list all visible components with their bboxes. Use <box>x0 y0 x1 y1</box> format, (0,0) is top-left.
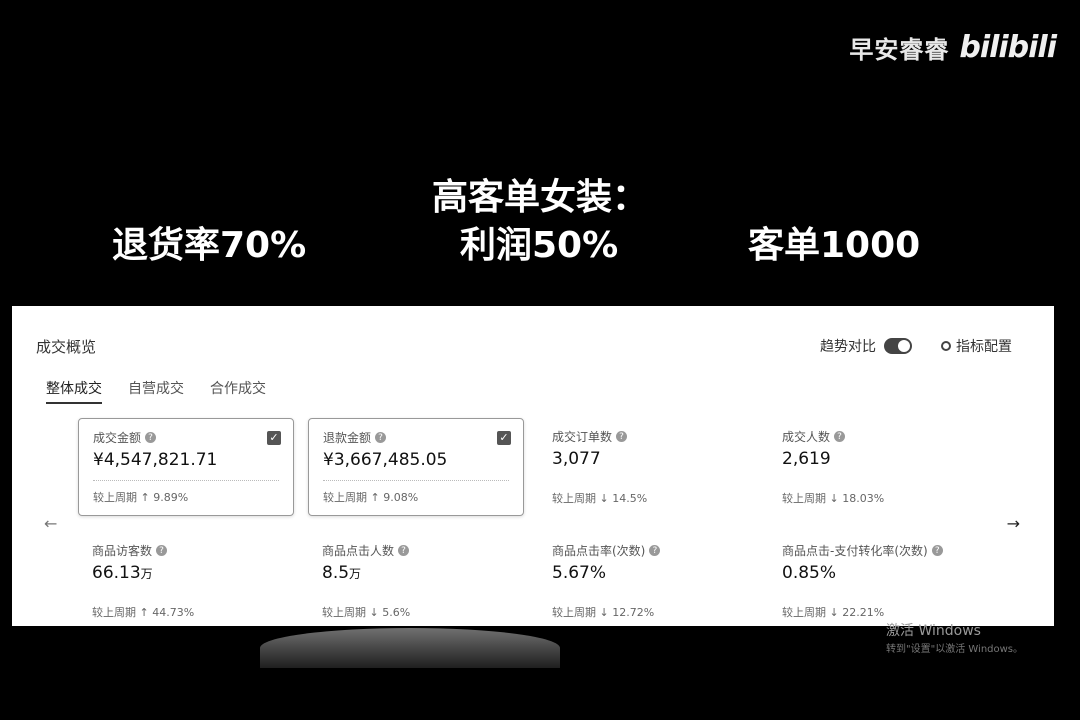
caption-profit: 利润50% <box>460 225 619 266</box>
help-icon[interactable]: ? <box>649 545 661 556</box>
arrow-right-icon[interactable]: → <box>1007 514 1020 533</box>
help-icon[interactable]: ? <box>398 545 410 556</box>
help-icon[interactable]: ? <box>156 545 168 556</box>
trend-compare[interactable]: 趋势对比 <box>820 336 912 356</box>
bilibili-logo: bilibili <box>959 30 1057 65</box>
metric-config-button[interactable]: 指标配置 <box>941 336 1012 356</box>
help-icon[interactable]: ? <box>145 432 157 443</box>
metric-compare: 较上周期 ↓ 18.03% <box>782 492 885 505</box>
metric-card-conversion[interactable]: 商品点击-支付转化率(次数)? 0.85% 较上周期 ↓ 22.21% <box>768 532 998 626</box>
metric-label-text: 成交金额 <box>93 431 142 445</box>
metric-card-refund[interactable]: 退款金额? ¥3,667,485.05 较上周期 ↑ 9.08% ✓ <box>308 418 524 516</box>
checkbox-checked-icon[interactable]: ✓ <box>267 431 281 445</box>
deal-tabs: 整体成交 自营成交 合作成交 <box>46 378 266 404</box>
watermark-line2: 转到"设置"以激活 Windows。 <box>886 644 1024 655</box>
metric-value: 0.85% <box>782 563 837 583</box>
metric-number: 8.5 <box>322 563 350 583</box>
metric-label-text: 退款金额 <box>323 431 372 445</box>
metric-compare: 较上周期 ↑ 9.89% <box>93 491 189 504</box>
metric-label-text: 成交人数 <box>782 430 831 444</box>
metric-value: 3,077 <box>552 449 601 469</box>
metric-value: 5.67% <box>552 563 607 583</box>
metric-label-text: 成交订单数 <box>552 430 613 444</box>
checkbox-checked-icon[interactable]: ✓ <box>497 431 511 445</box>
help-icon[interactable]: ? <box>834 431 846 442</box>
metric-compare: 较上周期 ↓ 14.5% <box>552 492 648 505</box>
trend-compare-toggle[interactable] <box>884 338 912 354</box>
metric-value: 2,619 <box>782 449 831 469</box>
help-icon[interactable]: ? <box>375 432 387 443</box>
windows-activation-watermark: 激活 Windows 转到"设置"以激活 Windows。 <box>886 620 1023 655</box>
metric-number: 66.13 <box>92 563 141 583</box>
metric-card-visitors[interactable]: 商品访客数? 66.13万 较上周期 ↑ 44.73% <box>78 532 294 626</box>
metric-label: 退款金额? <box>323 429 509 446</box>
tab-cooperation[interactable]: 合作成交 <box>210 378 266 404</box>
divider <box>323 480 509 481</box>
metric-compare: 较上周期 ↓ 5.6% <box>322 606 411 619</box>
arrow-left-icon[interactable]: ← <box>44 514 57 533</box>
trend-compare-label: 趋势对比 <box>820 339 876 355</box>
background-image-fragment <box>260 628 560 668</box>
metric-card-clickers[interactable]: 商品点击人数? 8.5万 较上周期 ↓ 5.6% <box>308 532 524 626</box>
metric-card-buyers[interactable]: 成交人数? 2,619 较上周期 ↓ 18.03% <box>768 418 984 516</box>
metric-value: ¥4,547,821.71 <box>93 450 218 470</box>
metric-value: 8.5万 <box>322 563 510 583</box>
metric-label: 成交人数? <box>782 428 970 445</box>
metric-label: 成交订单数? <box>552 428 740 445</box>
metric-card-orders[interactable]: 成交订单数? 3,077 较上周期 ↓ 14.5% <box>538 418 754 516</box>
metric-unit: 万 <box>140 567 153 581</box>
tab-self-operated[interactable]: 自营成交 <box>128 378 184 404</box>
metric-label: 商品访客数? <box>92 542 280 559</box>
settings-icon <box>941 341 951 351</box>
metric-card-gmv[interactable]: 成交金额? ¥4,547,821.71 较上周期 ↑ 9.89% ✓ <box>78 418 294 516</box>
metric-card-ctr[interactable]: 商品点击率(次数)? 5.67% 较上周期 ↓ 12.72% <box>538 532 754 626</box>
tab-overall[interactable]: 整体成交 <box>46 378 102 404</box>
panel-title: 成交概览 <box>36 338 97 356</box>
brand: 早安睿睿 bilibili <box>849 30 1057 65</box>
watermark-line1: 激活 Windows <box>886 623 981 639</box>
metric-label: 成交金额? <box>93 429 279 446</box>
caption-order-value: 客单1000 <box>748 225 921 266</box>
deal-overview-panel: 成交概览 趋势对比 指标配置 整体成交 自营成交 合作成交 ← → 成交金额? … <box>12 306 1054 626</box>
metric-unit: 万 <box>349 567 362 581</box>
metric-label: 商品点击率(次数)? <box>552 542 740 559</box>
metric-label-text: 商品点击率(次数) <box>552 544 646 558</box>
metric-label-text: 商品点击人数 <box>322 544 395 558</box>
metric-compare: 较上周期 ↓ 22.21% <box>782 606 885 619</box>
metric-label-text: 商品访客数 <box>92 544 153 558</box>
metric-compare: 较上周期 ↑ 44.73% <box>92 606 195 619</box>
toggle-knob <box>898 340 910 352</box>
metric-value: 66.13万 <box>92 563 280 583</box>
metric-label-text: 商品点击-支付转化率(次数) <box>782 544 928 558</box>
help-icon[interactable]: ? <box>931 545 943 556</box>
help-icon[interactable]: ? <box>616 431 628 442</box>
metric-label: 商品点击-支付转化率(次数)? <box>782 542 984 559</box>
caption-return-rate: 退货率70% <box>112 225 307 266</box>
metric-compare: 较上周期 ↓ 12.72% <box>552 606 655 619</box>
metric-label: 商品点击人数? <box>322 542 510 559</box>
metric-value: ¥3,667,485.05 <box>323 450 448 470</box>
divider <box>93 480 279 481</box>
metric-compare: 较上周期 ↑ 9.08% <box>323 491 419 504</box>
metric-config-label: 指标配置 <box>956 339 1012 355</box>
caption-title: 高客单女装： <box>431 177 648 218</box>
uploader-name: 早安睿睿 <box>849 36 950 64</box>
